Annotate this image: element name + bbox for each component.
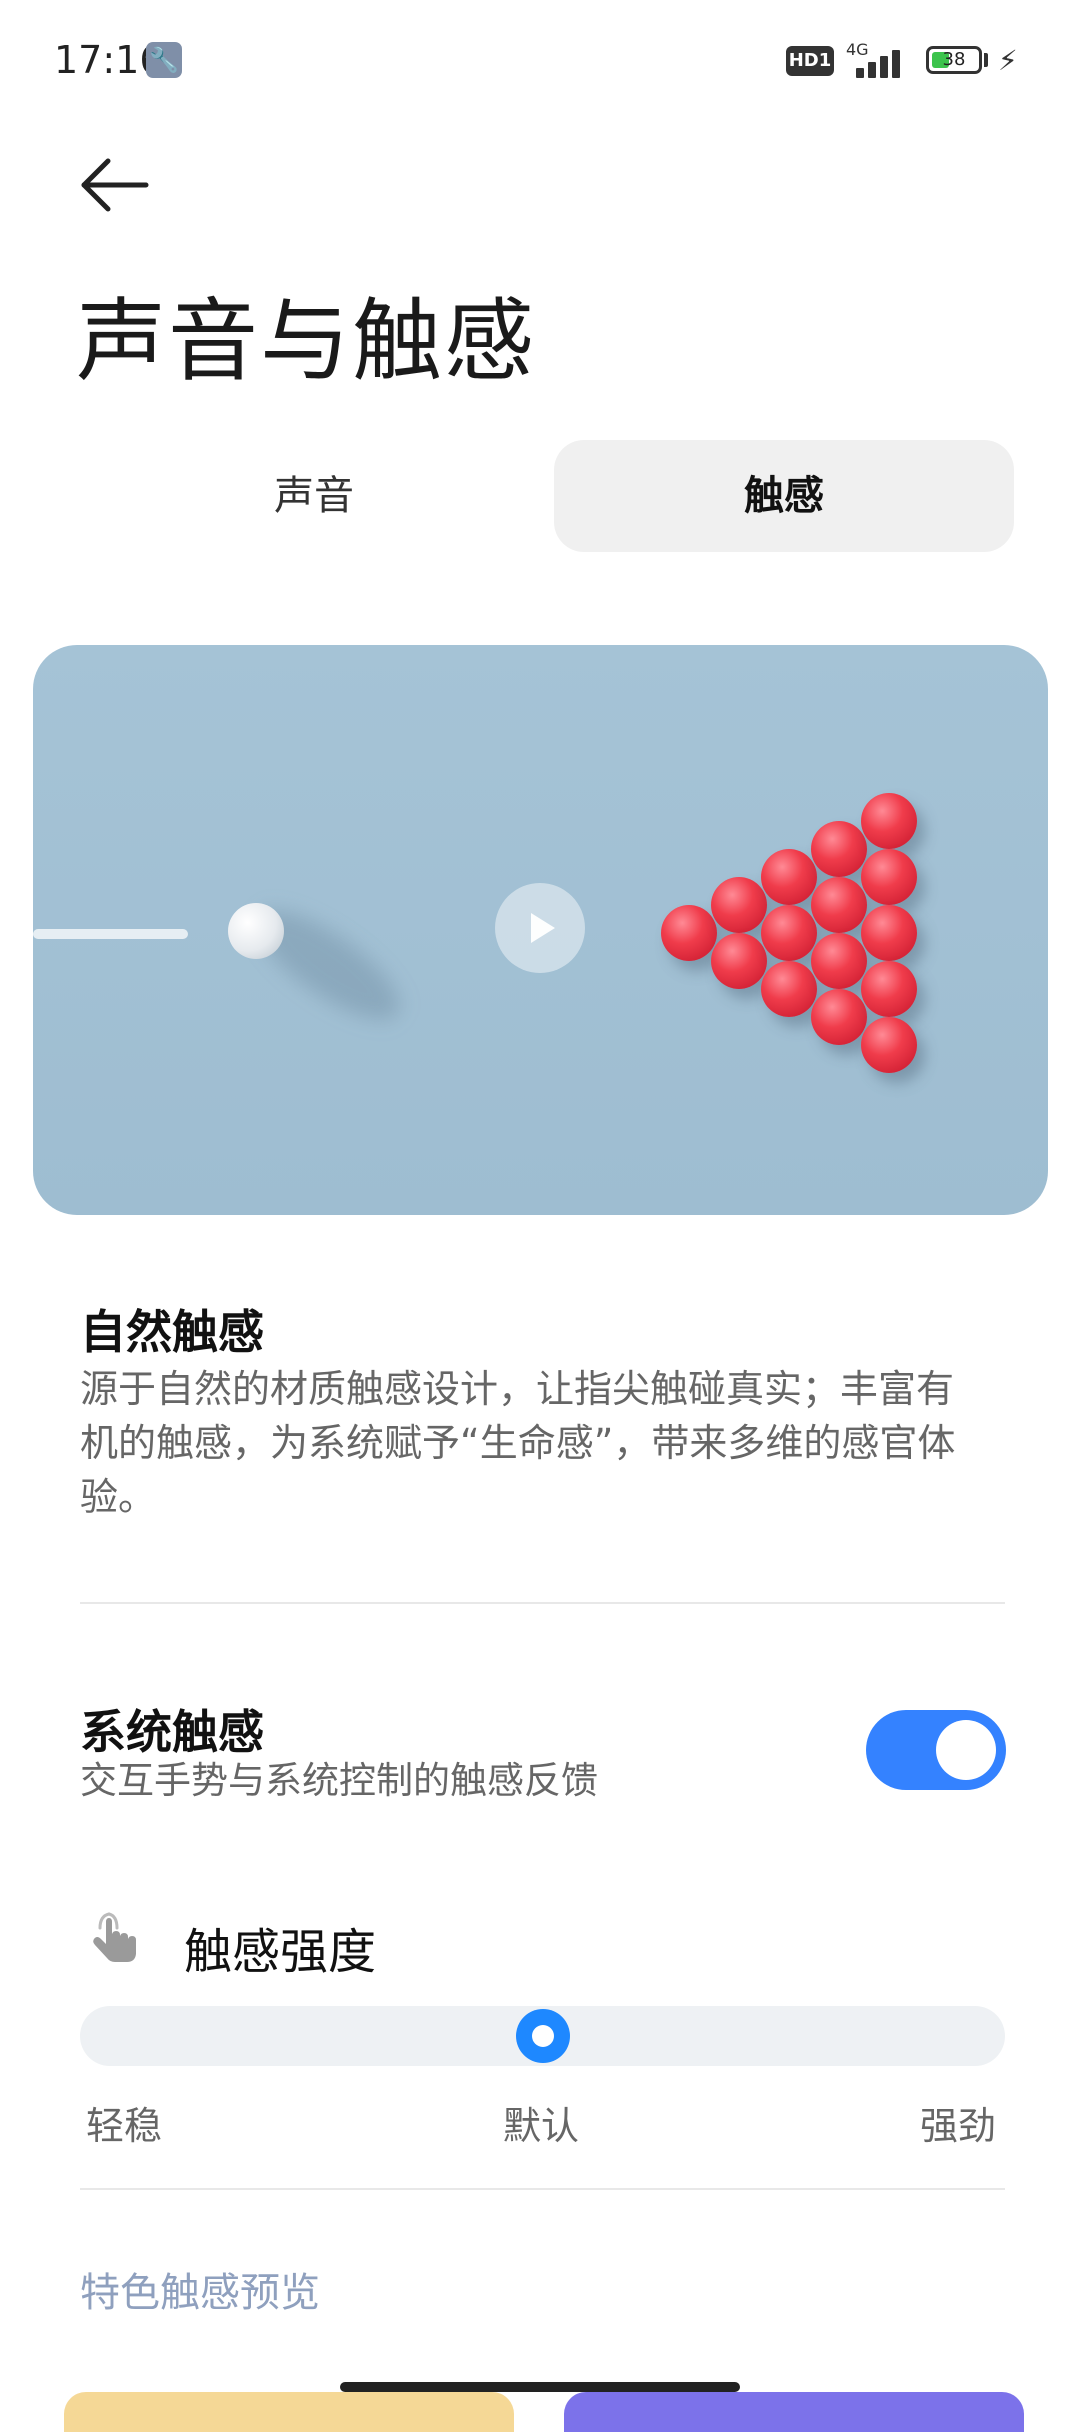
- strength-max-label: 强劲: [920, 2104, 997, 2148]
- battery-icon: 38: [926, 46, 982, 74]
- strength-slider[interactable]: [80, 2006, 1005, 2066]
- hand-touch-icon: [86, 1908, 146, 1968]
- cue-ball: [228, 903, 284, 959]
- strength-default-label: 默认: [503, 2104, 580, 2148]
- divider: [80, 2188, 1005, 2190]
- red-ball: [811, 877, 867, 933]
- strength-slider-thumb[interactable]: [516, 2009, 570, 2063]
- strength-min-label: 轻稳: [86, 2104, 163, 2148]
- red-ball: [811, 933, 867, 989]
- cue-stick: [33, 929, 188, 939]
- preview-section-label: 特色触感预览: [80, 2270, 320, 2316]
- red-ball: [811, 989, 867, 1045]
- battery-cap: [984, 53, 988, 67]
- play-button[interactable]: [495, 883, 585, 973]
- tab-bar: 声音 触感: [84, 440, 1014, 552]
- red-ball: [861, 1017, 917, 1073]
- play-icon: [531, 913, 555, 943]
- status-bar: 17:16 🔧 HD1 4G 38 ⚡: [0, 0, 1080, 120]
- red-ball: [661, 905, 717, 961]
- wrench-icon: 🔧: [146, 42, 182, 78]
- toggle-knob: [936, 1720, 996, 1780]
- natural-haptics-title: 自然触感: [80, 1305, 264, 1359]
- home-indicator: [340, 2382, 740, 2392]
- strength-label: 触感强度: [184, 1924, 377, 1980]
- red-ball: [861, 793, 917, 849]
- thumb-center: [532, 2025, 554, 2047]
- natural-haptics-description: 源于自然的材质触感设计，让指尖触碰真实；丰富有机的触感，为系统赋予“生命感”，带…: [80, 1367, 956, 1519]
- tab-sound[interactable]: 声音: [84, 440, 544, 552]
- preview-card-1[interactable]: [64, 2392, 514, 2432]
- red-ball: [861, 905, 917, 961]
- red-ball: [811, 821, 867, 877]
- red-ball: [761, 961, 817, 1017]
- system-haptics-toggle[interactable]: [866, 1710, 1006, 1790]
- preview-card-2[interactable]: [564, 2392, 1024, 2432]
- system-haptics-title: 系统触感: [80, 1705, 264, 1759]
- tab-haptics[interactable]: 触感: [554, 440, 1014, 552]
- charging-icon: ⚡: [998, 44, 1018, 77]
- red-ball: [861, 849, 917, 905]
- red-ball: [711, 877, 767, 933]
- red-ball: [861, 961, 917, 1017]
- system-haptics-subtitle: 交互手势与系统控制的触感反馈: [80, 1759, 598, 1802]
- red-ball: [761, 905, 817, 961]
- battery-percent: 38: [942, 49, 966, 70]
- back-button[interactable]: [72, 140, 162, 230]
- red-ball: [761, 849, 817, 905]
- red-ball: [711, 933, 767, 989]
- divider: [80, 1602, 1005, 1604]
- haptics-video[interactable]: [33, 645, 1048, 1215]
- page-title: 声音与触感: [76, 289, 536, 394]
- signal-icon: [848, 46, 912, 78]
- hd-badge: HD1: [786, 46, 834, 76]
- arrow-left-icon: [81, 158, 149, 212]
